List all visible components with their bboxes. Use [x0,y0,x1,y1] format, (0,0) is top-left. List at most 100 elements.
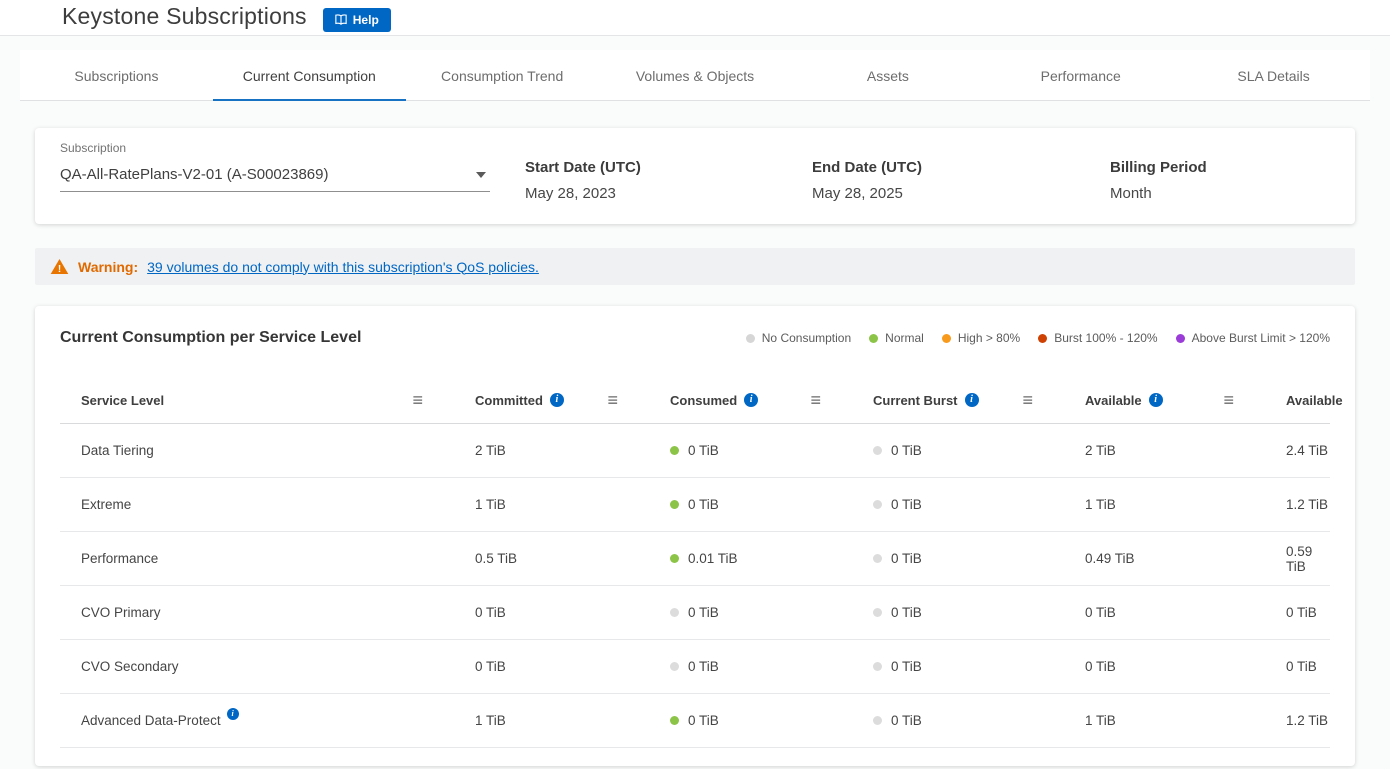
legend-dot [1038,334,1047,343]
committed-value: 0 TiB [475,605,506,620]
help-button[interactable]: Help [323,8,391,32]
committed-value: 0 TiB [475,659,506,674]
info-icon[interactable] [1149,393,1163,407]
current-burst-cell: 0 TiB [873,497,1085,512]
column-menu-icon[interactable] [1223,391,1234,409]
column-header-service-level-0: Service Level [60,391,475,409]
table-row-extreme: Extreme1 TiB0 TiB0 TiB1 TiB1.2 TiB [60,478,1330,532]
committed-cell: 1 TiB [475,497,670,512]
subscription-field-end-date-utc: End Date (UTC)May 28, 2025 [812,159,1110,202]
column-menu-icon[interactable] [412,391,423,409]
consumed-value: 0 TiB [688,443,719,458]
field-value: May 28, 2023 [525,185,812,202]
consumption-card-title: Current Consumption per Service Level [60,329,361,347]
committed-cell: 0 TiB [475,605,670,620]
consumption-legend: No ConsumptionNormalHigh > 80%Burst 100%… [746,331,1330,345]
current-burst-value: 0 TiB [891,713,922,728]
current-burst-value: 0 TiB [891,551,922,566]
tab-current-consumption[interactable]: Current Consumption [213,50,406,101]
committed-value: 1 TiB [475,713,506,728]
table-row-advanced-data-protect: Advanced Data-Protect 1 TiB 0 TiB 0 TiB 1 Ti… [60,694,1330,748]
tab-label: Subscriptions [74,68,158,84]
available-value: 0 TiB [1085,659,1116,674]
available-value: 1 TiB [1085,497,1116,512]
column-header-available-5: Available [1286,393,1343,408]
info-icon[interactable] [965,393,979,407]
service-level-name: Advanced Data-Protect [81,713,221,728]
available-alt-cell: 0 TiB [1286,605,1330,620]
available-alt-value: 1.2 TiB [1286,713,1328,728]
field-label: End Date (UTC) [812,159,1110,176]
table-row-data-tiering: Data Tiering2 TiB0 TiB0 TiB2 TiB2.4 TiB [60,424,1330,478]
svg-text:!: ! [58,264,61,275]
consumption-status-dot [670,662,679,671]
consumption-card: Current Consumption per Service Level No… [35,306,1355,766]
available-value: 2 TiB [1085,443,1116,458]
column-menu-icon[interactable] [810,391,821,409]
tab-consumption-trend[interactable]: Consumption Trend [406,50,599,101]
help-button-label: Help [353,13,379,27]
consumption-status-dot [670,446,679,455]
service-level-name: Data Tiering [81,443,154,458]
service-level-cell: CVO Secondary [60,659,475,674]
available-alt-cell: 1.2 TiB [1286,713,1330,728]
legend-item-above-burst-limit-120: Above Burst Limit > 120% [1176,331,1330,345]
tab-assets[interactable]: Assets [791,50,984,101]
service-level-cell: Data Tiering [60,443,475,458]
info-icon[interactable] [227,708,239,720]
legend-label: High > 80% [958,331,1020,345]
warning-label: Warning: [78,259,138,275]
consumed-value: 0 TiB [688,659,719,674]
service-level-cell: CVO Primary [60,605,475,620]
current-burst-value: 0 TiB [891,443,922,458]
current-burst-value: 0 TiB [891,497,922,512]
subscription-select-label: Subscription [60,141,490,155]
available-alt-cell: 1.2 TiB [1286,497,1330,512]
available-alt-value: 2.4 TiB [1286,443,1328,458]
legend-label: No Consumption [762,331,851,345]
subscription-fields: Start Date (UTC) May 28, 2023End Date (UT… [525,141,1207,202]
consumed-cell: 0 TiB [670,659,873,674]
consumption-card-header: Current Consumption per Service Level No… [60,329,1330,347]
available-alt-value: 1.2 TiB [1286,497,1328,512]
tab-label: SLA Details [1237,68,1309,84]
tab-label: Consumption Trend [441,68,563,84]
current-burst-cell: 0 TiB [873,551,1085,566]
column-header-label: Available [1286,393,1343,408]
current-burst-cell: 0 TiB [873,659,1085,674]
column-header-label: Current Burst [873,393,958,408]
legend-label: Normal [885,331,924,345]
tab-subscriptions[interactable]: Subscriptions [20,50,213,101]
chevron-down-icon[interactable] [476,172,486,178]
info-icon[interactable] [744,393,758,407]
table-row-performance: Performance0.5 TiB0.01 TiB0 TiB0.49 TiB0… [60,532,1330,586]
table-header-row: Service LevelCommittedConsumedCurrent Bu… [60,377,1330,424]
consumed-cell: 0 TiB [670,497,873,512]
legend-label: Above Burst Limit > 120% [1192,331,1330,345]
column-menu-icon[interactable] [1022,391,1033,409]
tab-sla-details[interactable]: SLA Details [1177,50,1370,101]
available-cell: 2 TiB [1085,443,1286,458]
service-level-cell: Extreme [60,497,475,512]
subscription-summary-card: Subscription QA-All-RatePlans-V2-01 (A-S… [35,128,1355,224]
service-level-cell: Performance [60,551,475,566]
subscription-select[interactable]: Subscription QA-All-RatePlans-V2-01 (A-S… [60,141,490,202]
subscription-field-billing-period: Billing PeriodMonth [1110,159,1207,202]
warning-qos-link[interactable]: 39 volumes do not comply with this subsc… [147,259,539,275]
page-title: Keystone Subscriptions [62,3,307,30]
burst-status-dot [873,662,882,671]
available-value: 1 TiB [1085,713,1116,728]
column-menu-icon[interactable] [607,391,618,409]
main-content: Subscription QA-All-RatePlans-V2-01 (A-S… [0,128,1390,766]
info-icon[interactable] [550,393,564,407]
field-label: Start Date (UTC) [525,159,812,176]
consumption-status-dot [670,500,679,509]
tab-performance[interactable]: Performance [984,50,1177,101]
table-row-cvo-secondary: CVO Secondary0 TiB0 TiB0 TiB0 TiB0 TiB [60,640,1330,694]
tab-label: Current Consumption [243,68,376,84]
current-burst-value: 0 TiB [891,605,922,620]
consumed-value: 0 TiB [688,713,719,728]
column-header-available-4: Available [1085,391,1286,409]
tab-volumes-objects[interactable]: Volumes & Objects [599,50,792,101]
legend-dot [942,334,951,343]
